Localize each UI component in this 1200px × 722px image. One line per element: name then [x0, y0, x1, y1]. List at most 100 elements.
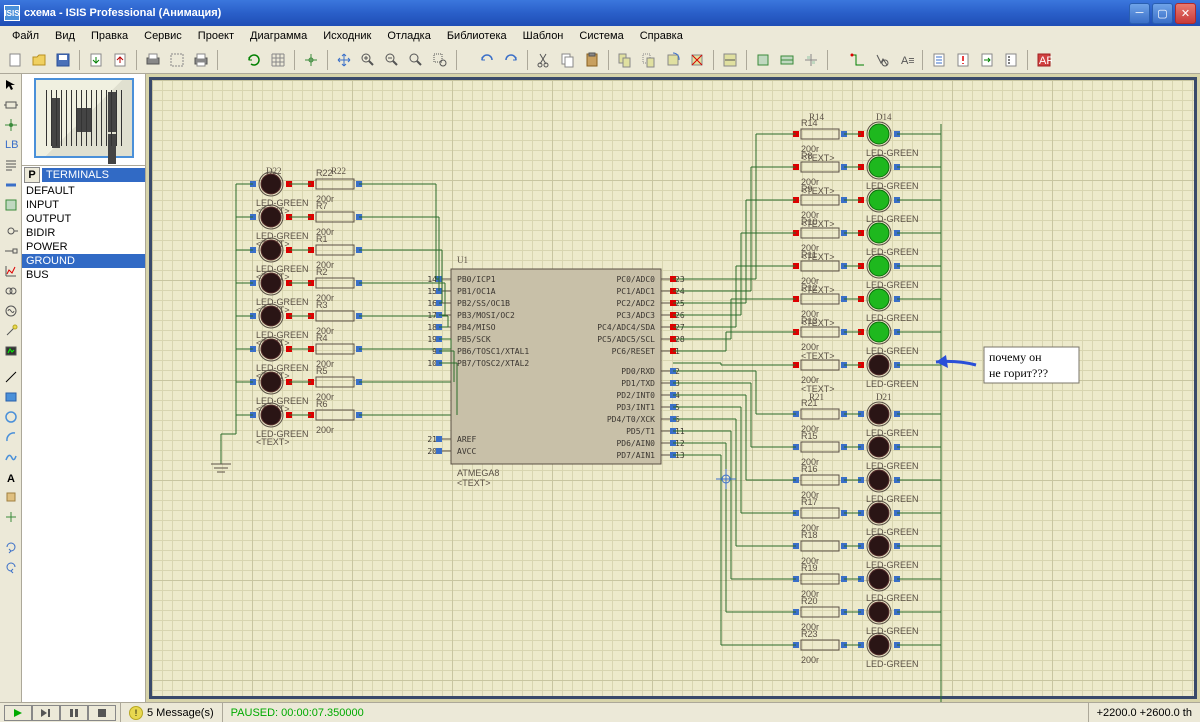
- erc-button[interactable]: [952, 49, 974, 71]
- tape-tool[interactable]: [1, 282, 21, 300]
- terminal-item[interactable]: DEFAULT: [22, 184, 145, 198]
- circle-tool[interactable]: [1, 408, 21, 426]
- paste-button[interactable]: [581, 49, 603, 71]
- pan-button[interactable]: [333, 49, 355, 71]
- close-button[interactable]: ✕: [1175, 3, 1196, 24]
- origin-button[interactable]: [300, 49, 322, 71]
- pin-tool[interactable]: [1, 242, 21, 260]
- menu-справка[interactable]: Справка: [632, 28, 691, 44]
- probe-tool[interactable]: [1, 322, 21, 340]
- symbol-tool[interactable]: [1, 488, 21, 506]
- terminal-tool[interactable]: [1, 222, 21, 240]
- generator-tool[interactable]: [1, 302, 21, 320]
- menu-отладка[interactable]: Отладка: [379, 28, 438, 44]
- menu-система[interactable]: Система: [571, 28, 631, 44]
- maximize-button[interactable]: ▢: [1152, 3, 1173, 24]
- decompose-button[interactable]: [800, 49, 822, 71]
- svg-text:PD0/RXD: PD0/RXD: [621, 367, 655, 376]
- menu-исходник[interactable]: Исходник: [315, 28, 379, 44]
- block-move-button[interactable]: [638, 49, 660, 71]
- terminal-item[interactable]: BIDIR: [22, 226, 145, 240]
- property-button[interactable]: A≡: [895, 49, 917, 71]
- svg-text:R5: R5: [316, 366, 328, 376]
- new-button[interactable]: [4, 49, 26, 71]
- svg-text:PB4/MISO: PB4/MISO: [457, 323, 496, 332]
- terminal-item[interactable]: GROUND: [22, 254, 145, 268]
- menu-проект[interactable]: Проект: [190, 28, 242, 44]
- terminal-item[interactable]: OUTPUT: [22, 212, 145, 226]
- export-button[interactable]: [109, 49, 131, 71]
- menu-файл[interactable]: Файл: [4, 28, 47, 44]
- svg-text:17: 17: [427, 311, 437, 320]
- step-button[interactable]: [32, 705, 60, 721]
- messages-cell[interactable]: ! 5 Message(s): [120, 703, 222, 722]
- set-area-button[interactable]: [166, 49, 188, 71]
- block-delete-button[interactable]: [686, 49, 708, 71]
- svg-text:PD6/AIN0: PD6/AIN0: [616, 439, 655, 448]
- terminals-list[interactable]: DEFAULTINPUTOUTPUTBIDIRPOWERGROUNDBUS: [22, 184, 145, 702]
- menu-шаблон[interactable]: Шаблон: [515, 28, 572, 44]
- label-tool[interactable]: LBL: [1, 136, 21, 154]
- pick-button[interactable]: [719, 49, 741, 71]
- bom-button[interactable]: [1000, 49, 1022, 71]
- redo-button[interactable]: [500, 49, 522, 71]
- arc-tool[interactable]: [1, 428, 21, 446]
- play-button[interactable]: [4, 705, 32, 721]
- save-button[interactable]: [52, 49, 74, 71]
- component-tool[interactable]: [1, 96, 21, 114]
- line-tool[interactable]: [1, 368, 21, 386]
- make-device-button[interactable]: [752, 49, 774, 71]
- select-tool[interactable]: [1, 76, 21, 94]
- zoom-out-button[interactable]: [381, 49, 403, 71]
- rotate-ccw-button[interactable]: [1, 558, 21, 576]
- grid-button[interactable]: [267, 49, 289, 71]
- copy-button[interactable]: [557, 49, 579, 71]
- menu-вид[interactable]: Вид: [47, 28, 83, 44]
- zoom-in-button[interactable]: [357, 49, 379, 71]
- open-button[interactable]: [28, 49, 50, 71]
- minimize-button[interactable]: ─: [1129, 3, 1150, 24]
- instrument-tool[interactable]: [1, 342, 21, 360]
- netlist-to-ares-button[interactable]: [976, 49, 998, 71]
- zoom-area-button[interactable]: [429, 49, 451, 71]
- box-tool[interactable]: [1, 388, 21, 406]
- cut-button[interactable]: [533, 49, 555, 71]
- overview-panel[interactable]: [22, 74, 145, 166]
- zoom-all-button[interactable]: [405, 49, 427, 71]
- menu-диаграмма[interactable]: Диаграмма: [242, 28, 315, 44]
- undo-button[interactable]: [476, 49, 498, 71]
- svg-text:R8: R8: [801, 151, 813, 161]
- graph-tool[interactable]: [1, 262, 21, 280]
- bus-tool[interactable]: [1, 176, 21, 194]
- pick-parts-button[interactable]: P: [24, 167, 40, 183]
- path-tool[interactable]: [1, 448, 21, 466]
- junction-tool[interactable]: [1, 116, 21, 134]
- svg-text:200r: 200r: [316, 425, 334, 435]
- pause-button[interactable]: [60, 705, 88, 721]
- netlist-button[interactable]: [928, 49, 950, 71]
- subcircuit-tool[interactable]: [1, 196, 21, 214]
- ares-button[interactable]: ARES: [1033, 49, 1055, 71]
- search-button[interactable]: [871, 49, 893, 71]
- wire-autoroute-button[interactable]: [847, 49, 869, 71]
- refresh-button[interactable]: [243, 49, 265, 71]
- terminal-item[interactable]: BUS: [22, 268, 145, 282]
- import-button[interactable]: [85, 49, 107, 71]
- rotate-cw-button[interactable]: [1, 538, 21, 556]
- block-copy-button[interactable]: [614, 49, 636, 71]
- menu-правка[interactable]: Правка: [83, 28, 136, 44]
- canvas[interactable]: D22R22LED-GREEN<TEXT>R22200rLED-GREEN<TE…: [146, 74, 1200, 702]
- print-button[interactable]: [190, 49, 212, 71]
- script-tool[interactable]: [1, 156, 21, 174]
- block-rotate-button[interactable]: [662, 49, 684, 71]
- marker-tool[interactable]: [1, 508, 21, 526]
- terminal-item[interactable]: POWER: [22, 240, 145, 254]
- terminal-item[interactable]: INPUT: [22, 198, 145, 212]
- packaging-button[interactable]: [776, 49, 798, 71]
- text-tool[interactable]: A: [1, 468, 21, 486]
- menu-библиотека[interactable]: Библиотека: [439, 28, 515, 44]
- stop-button[interactable]: [88, 705, 116, 721]
- menu-сервис[interactable]: Сервис: [136, 28, 190, 44]
- print-area-button[interactable]: [142, 49, 164, 71]
- titlebar: ISIS схема - ISIS Professional (Анимация…: [0, 0, 1200, 26]
